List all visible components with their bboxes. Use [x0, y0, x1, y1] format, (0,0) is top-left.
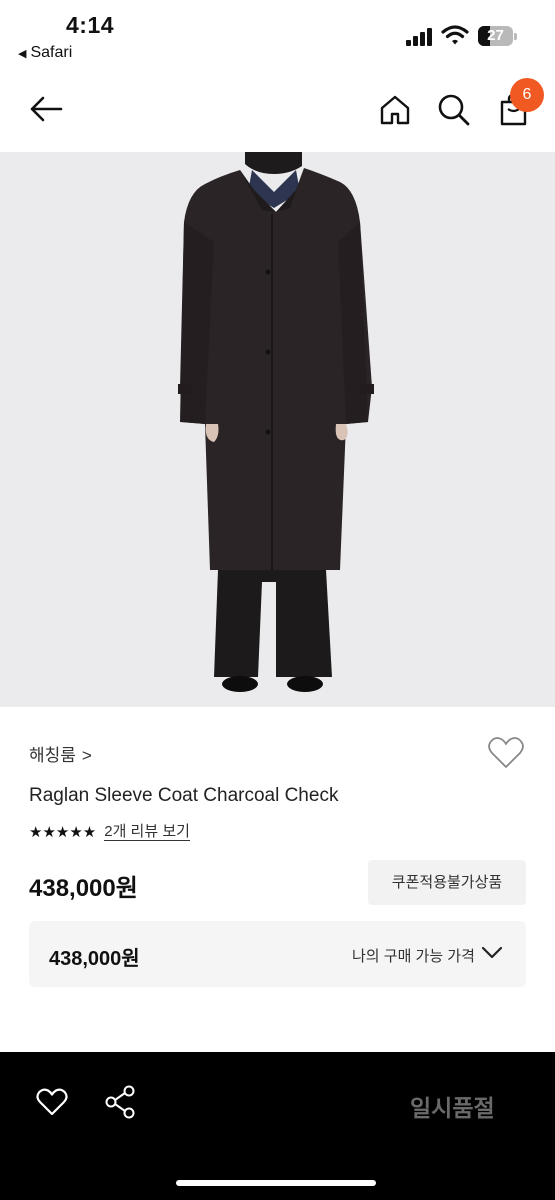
top-navigation	[0, 75, 555, 145]
back-app-label: Safari	[30, 44, 73, 61]
product-image[interactable]	[0, 152, 555, 707]
home-indicator	[176, 1180, 376, 1186]
purchasable-price-label: 나의 구매 가능 가격	[352, 948, 475, 965]
heart-icon[interactable]	[36, 1088, 68, 1116]
battery-icon: 27	[478, 26, 518, 46]
cellular-signal-icon	[406, 28, 434, 46]
wishlist-heart-icon[interactable]	[487, 736, 525, 770]
rating-stars: ★★★★★	[29, 824, 97, 841]
shop-name-link[interactable]: 해칭룸 >	[29, 741, 92, 766]
coupon-unavailable-button[interactable]: 쿠폰적용불가상품	[368, 860, 526, 905]
wifi-icon	[441, 25, 469, 45]
purchasable-price-box[interactable]: 438,000원 나의 구매 가능 가격	[29, 921, 526, 987]
shop-name: 해칭룸	[29, 746, 76, 765]
chevron-down-icon	[481, 946, 503, 959]
rating-row: ★★★★★ 2개 리뷰 보기	[29, 823, 190, 841]
coat-photo	[178, 152, 374, 692]
product-price: 438,000원	[29, 875, 138, 902]
battery-level: 27	[487, 27, 504, 44]
purchasable-price: 438,000원	[49, 948, 140, 970]
cart-count-badge: 6	[510, 78, 544, 112]
search-icon[interactable]	[437, 93, 471, 127]
back-arrow-icon[interactable]	[28, 95, 64, 123]
soldout-button[interactable]: 일시품절	[410, 1089, 495, 1123]
status-bar: 4:14 ◀ Safari 27	[0, 0, 555, 70]
home-icon[interactable]	[379, 94, 411, 126]
chevron-right-icon: >	[81, 746, 92, 765]
bottom-action-bar: 일시품절	[0, 1052, 555, 1200]
clock: 4:14	[66, 12, 115, 38]
product-title: Raglan Sleeve Coat Charcoal Check	[29, 785, 339, 806]
back-triangle-icon: ◀	[18, 48, 27, 60]
back-to-app-link[interactable]: ◀ Safari	[18, 44, 72, 62]
review-link[interactable]: 2개 리뷰 보기	[104, 823, 190, 841]
share-icon[interactable]	[104, 1085, 136, 1119]
